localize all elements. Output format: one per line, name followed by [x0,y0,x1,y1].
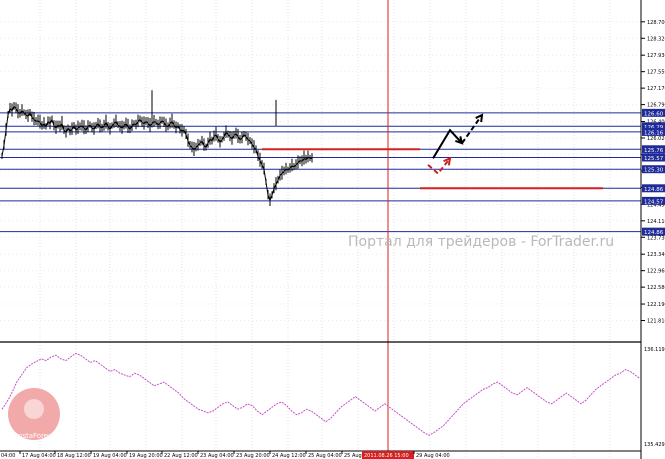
time-label: 22 Aug 12:00 [164,453,198,459]
chart-svg: Портал для трейдеров - ForTrader.ru 128.… [0,0,665,459]
indicator-bottom-label: 135.429 [644,442,665,448]
price-tick-label: 121.810 [647,319,665,325]
price-tick-label: 122.190 [647,302,665,308]
time-label: 25 Aug 04:00 [308,453,342,459]
level-label-text: 125.76 [644,148,664,154]
chart-window: Портал для трейдеров - ForTrader.ru 128.… [0,0,665,459]
price-tick-label: 127.550 [647,70,665,76]
level-label-text: 126.16 [644,130,664,136]
level-label-text: 124.86 [644,187,664,193]
price-tick-label: 124.110 [647,219,665,225]
time-label: 24 Aug 12:00 [272,453,306,459]
watermark-text: Портал для трейдеров - ForTrader.ru [348,234,614,250]
level-label-text: 126.60 [644,111,664,117]
logo-text: InstaForex [16,432,52,440]
time-label: 19 Aug 04:00 [93,453,127,459]
time-label-partial: 04:00 [1,453,15,459]
price-tick-label: 122.580 [647,285,665,291]
level-label-text: 124.86 [644,230,664,236]
chart-background [0,0,665,459]
price-tick-label: 128.320 [647,36,665,42]
time-label: 23 Aug 20:00 [236,453,270,459]
time-label: 29 Aug 04:00 [416,453,450,459]
price-tick-label: 122.960 [647,269,665,275]
time-label: 19 Aug 20:00 [129,453,163,459]
price-tick-label: 123.340 [647,252,665,258]
level-label-text: 124.57 [644,199,664,205]
price-tick-label: 128.700 [647,20,665,26]
time-label: 17 Aug 04:00 [22,453,56,459]
time-label: 23 Aug 04:00 [200,453,234,459]
price-tick-label: 127.170 [647,86,665,92]
price-tick-label: 126.020 [647,136,665,142]
price-tick-label: 126.790 [647,103,665,109]
price-tick-label: 127.930 [647,53,665,59]
price-tick-label: 123.730 [647,235,665,241]
instaforex-logo: InstaForex [8,388,60,440]
level-label-text: 125.57 [644,156,664,162]
time-label: 18 Aug 12:00 [57,453,91,459]
time-label-highlight: 2011.08.26 15:00 [364,453,409,459]
logo-emblem [24,399,44,419]
indicator-top-label: 136.119 [644,347,665,353]
level-label-text: 125.30 [644,168,664,174]
